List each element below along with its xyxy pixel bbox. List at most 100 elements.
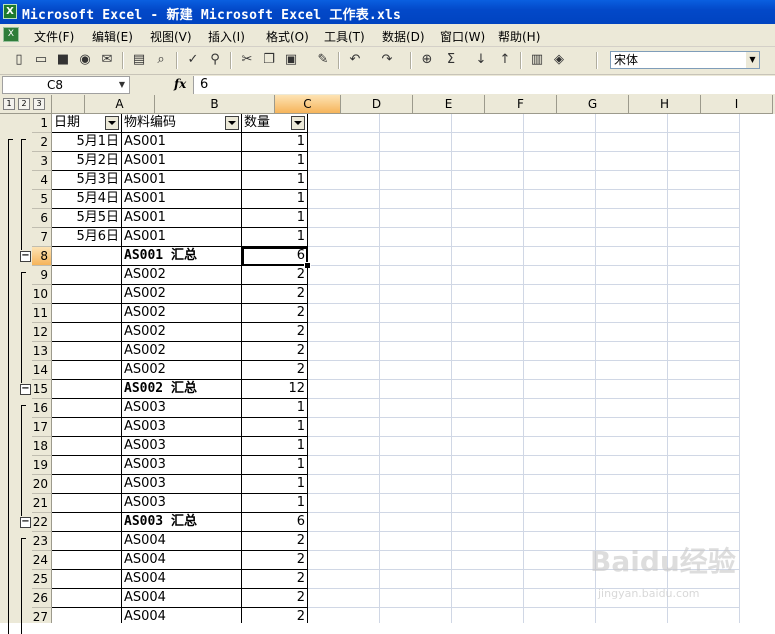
cell-empty[interactable]: [452, 114, 524, 133]
cell-empty[interactable]: [452, 152, 524, 171]
open-icon[interactable]: ▭: [32, 51, 50, 69]
cell-empty[interactable]: [452, 437, 524, 456]
cell-quantity[interactable]: 数量: [242, 114, 308, 133]
row-header[interactable]: 13: [32, 342, 52, 361]
row-header[interactable]: 22: [32, 513, 52, 532]
cell-empty[interactable]: [668, 437, 740, 456]
cell-empty[interactable]: [668, 323, 740, 342]
cell-empty[interactable]: [380, 361, 452, 380]
autofilter-dropdown-button[interactable]: [105, 116, 119, 130]
cell-material-code[interactable]: AS002: [122, 304, 242, 323]
cell-empty[interactable]: [380, 589, 452, 608]
cell-quantity[interactable]: 1: [242, 456, 308, 475]
cell-empty[interactable]: [380, 133, 452, 152]
new-icon[interactable]: ▯: [10, 51, 28, 69]
cell-empty[interactable]: [596, 266, 668, 285]
cell-empty[interactable]: [524, 171, 596, 190]
cell-date[interactable]: 5月3日: [52, 171, 122, 190]
cell-empty[interactable]: [308, 589, 380, 608]
cell-empty[interactable]: [524, 399, 596, 418]
cell-date[interactable]: [52, 247, 122, 266]
row-header[interactable]: 21: [32, 494, 52, 513]
cell-empty[interactable]: [596, 323, 668, 342]
cell-empty[interactable]: [308, 551, 380, 570]
cell-quantity[interactable]: 1: [242, 190, 308, 209]
cell-empty[interactable]: [308, 323, 380, 342]
menu-item[interactable]: 视图(V): [150, 28, 192, 45]
row-header[interactable]: 16: [32, 399, 52, 418]
row-header[interactable]: 3: [32, 152, 52, 171]
cell-date[interactable]: [52, 475, 122, 494]
row-header[interactable]: 24: [32, 551, 52, 570]
cell-empty[interactable]: [596, 342, 668, 361]
name-box[interactable]: C8 ▼: [2, 76, 130, 94]
cell-empty[interactable]: [524, 380, 596, 399]
cell-date[interactable]: [52, 361, 122, 380]
cell-empty[interactable]: [524, 551, 596, 570]
save-icon[interactable]: ■: [54, 51, 72, 69]
cell-empty[interactable]: [452, 323, 524, 342]
cell-empty[interactable]: [380, 247, 452, 266]
row-header[interactable]: 26: [32, 589, 52, 608]
cell-empty[interactable]: [668, 247, 740, 266]
cell-empty[interactable]: [452, 513, 524, 532]
cell-empty[interactable]: [668, 418, 740, 437]
cell-empty[interactable]: [452, 589, 524, 608]
cell-empty[interactable]: [668, 361, 740, 380]
cell-empty[interactable]: [308, 570, 380, 589]
copy-icon[interactable]: ❐: [260, 51, 278, 69]
row-header[interactable]: 12: [32, 323, 52, 342]
cell-empty[interactable]: [596, 494, 668, 513]
cell-material-code[interactable]: AS002: [122, 266, 242, 285]
cell-empty[interactable]: [596, 437, 668, 456]
cell-empty[interactable]: [308, 437, 380, 456]
cell-material-code[interactable]: AS004: [122, 532, 242, 551]
drawing-icon[interactable]: ◈: [550, 51, 568, 69]
cell-material-code[interactable]: AS004: [122, 608, 242, 623]
cell-empty[interactable]: [524, 304, 596, 323]
column-header[interactable]: D: [341, 95, 413, 114]
cell-empty[interactable]: [380, 532, 452, 551]
cell-empty[interactable]: [668, 608, 740, 623]
column-header[interactable]: I: [701, 95, 773, 114]
collapse-group-icon[interactable]: −: [20, 517, 31, 528]
cell-empty[interactable]: [596, 171, 668, 190]
cell-material-code[interactable]: AS003: [122, 418, 242, 437]
cell-date[interactable]: 5月6日: [52, 228, 122, 247]
cell-quantity[interactable]: 2: [242, 570, 308, 589]
column-header[interactable]: A: [85, 95, 155, 114]
menu-item[interactable]: 窗口(W): [440, 28, 485, 45]
cell-quantity[interactable]: 1: [242, 133, 308, 152]
cell-empty[interactable]: [452, 532, 524, 551]
cell-empty[interactable]: [380, 285, 452, 304]
cell-empty[interactable]: [524, 342, 596, 361]
cell-quantity[interactable]: 1: [242, 418, 308, 437]
cell-empty[interactable]: [308, 532, 380, 551]
cell-empty[interactable]: [524, 608, 596, 623]
cell-empty[interactable]: [668, 209, 740, 228]
row-header[interactable]: 4: [32, 171, 52, 190]
spelling-icon[interactable]: ✓: [184, 51, 202, 69]
cell-date[interactable]: [52, 418, 122, 437]
column-header[interactable]: F: [485, 95, 557, 114]
cell-date[interactable]: 5月5日: [52, 209, 122, 228]
cell-empty[interactable]: [668, 456, 740, 475]
row-header[interactable]: 9: [32, 266, 52, 285]
cell-empty[interactable]: [380, 171, 452, 190]
cell-empty[interactable]: [380, 209, 452, 228]
cell-date[interactable]: [52, 380, 122, 399]
cell-material-code[interactable]: AS001: [122, 190, 242, 209]
cell-quantity[interactable]: 1: [242, 209, 308, 228]
cell-empty[interactable]: [524, 133, 596, 152]
paste-icon[interactable]: ▣: [282, 51, 300, 69]
cell-empty[interactable]: [452, 494, 524, 513]
cell-empty[interactable]: [308, 133, 380, 152]
cell-empty[interactable]: [452, 475, 524, 494]
cell-date[interactable]: [52, 456, 122, 475]
cell-empty[interactable]: [596, 475, 668, 494]
cell-date[interactable]: [52, 266, 122, 285]
cell-quantity[interactable]: 1: [242, 152, 308, 171]
cell-empty[interactable]: [668, 494, 740, 513]
cell-empty[interactable]: [452, 551, 524, 570]
row-header[interactable]: 7: [32, 228, 52, 247]
